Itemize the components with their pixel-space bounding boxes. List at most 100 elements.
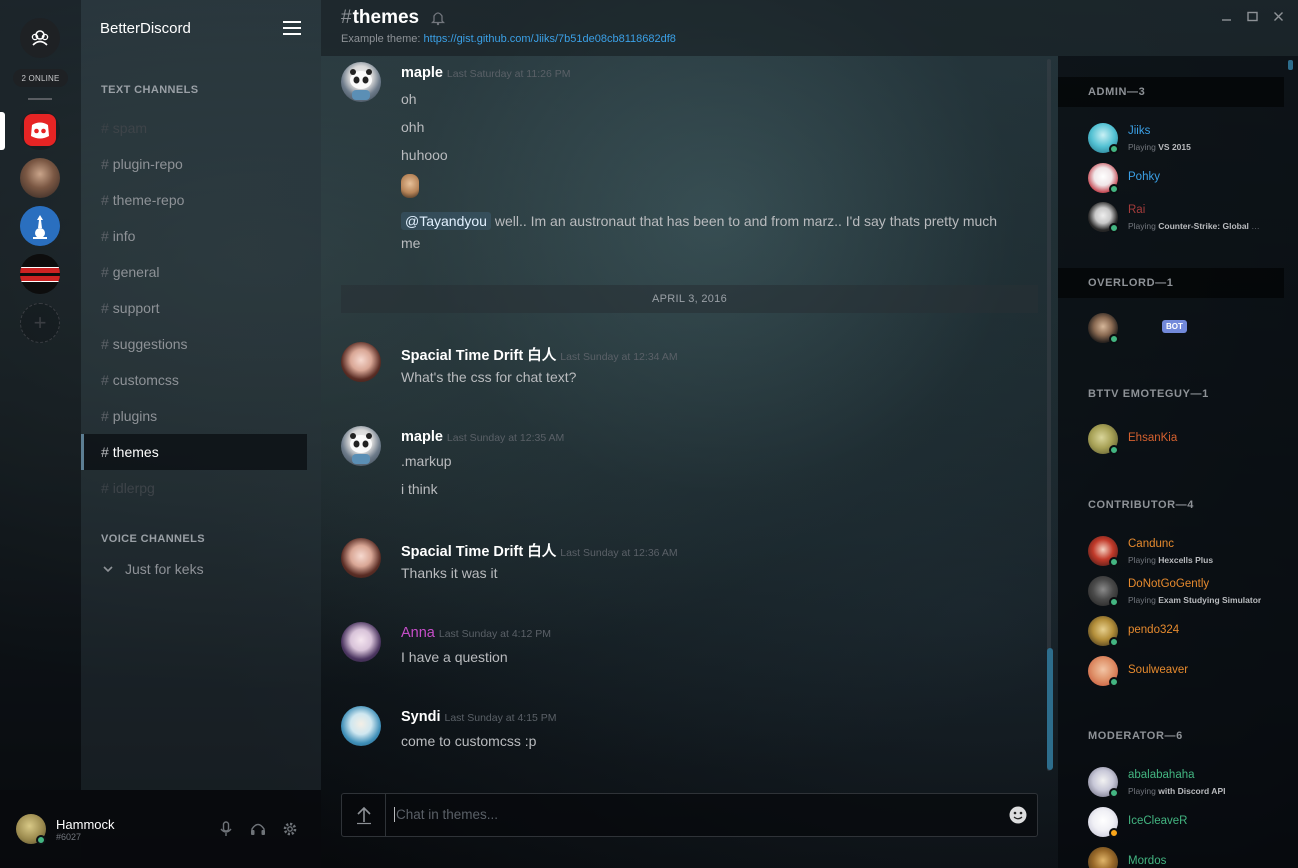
hash-icon: # [101,156,109,172]
guild-icon-betterdiscord[interactable] [20,110,60,150]
user-mention[interactable]: @Tayandyou [401,212,491,230]
member-soulweaver[interactable]: Soulweaver [1088,655,1288,689]
member-candunc[interactable]: Candunc Playing Hexcells Plus [1088,535,1288,569]
channel-customcss[interactable]: # customcss [81,362,307,398]
hash-icon: # [341,7,352,28]
online-status-icon [1109,637,1119,647]
hash-icon: # [101,336,109,352]
timestamp: Last Sunday at 12:36 AM [560,547,678,559]
channel-plugins[interactable]: # plugins [81,398,307,434]
add-guild-button[interactable]: + [20,303,60,343]
channel-support[interactable]: # support [81,290,307,326]
member-icecleaver[interactable]: IceCleaveR [1088,806,1288,840]
playing-label: Playing [1128,555,1159,565]
author-name[interactable]: Spacial Time Drift 白人 [401,544,556,560]
message-text: i think [401,481,438,497]
author-name[interactable]: maple [401,429,443,445]
author-name[interactable]: maple [401,65,443,81]
active-guild-indicator [0,112,5,150]
upload-button[interactable] [342,794,386,836]
channel-title-text: themes [352,7,420,28]
member-jiiks[interactable]: Jiiks Playing VS 2015 [1088,122,1288,156]
user-panel: Hammock #6027 [0,790,321,868]
avatar[interactable] [341,538,381,578]
topic-link[interactable]: https://gist.github.com/Jiiks/7b51de08cb… [424,33,676,45]
guild-header[interactable]: BetterDiscord [81,0,321,56]
avatar[interactable] [341,342,381,382]
voice-channel-just-for-keks[interactable]: Just for keks [81,553,321,585]
betterdiscord-logo-icon [24,114,56,146]
game-name: Hexcells Plus [1158,555,1214,565]
username: Hammock [56,817,115,832]
member-abalabahaha[interactable]: abalabahaha Playing with Discord API [1088,766,1288,800]
chevron-down-icon [103,566,113,573]
member-overlord-bot[interactable]: BOT [1088,312,1288,346]
minimize-icon[interactable] [1221,10,1232,25]
close-icon[interactable] [1273,10,1284,25]
menu-icon[interactable] [283,21,301,35]
message-text-part: well.. Im an austronaut that has been to… [490,213,998,229]
bell-icon[interactable] [431,10,445,26]
member-category-moderator: MODERATOR—6 [1088,730,1183,742]
avatar[interactable] [341,622,381,662]
channel-idlerpg[interactable]: # idlerpg [81,470,307,506]
member-pendo324[interactable]: pendo324 [1088,615,1288,649]
friends-icon [31,30,49,46]
guild-icon-text-logo[interactable] [20,254,60,294]
text-channels-header[interactable]: TEXT CHANNELS [81,84,321,96]
voice-channels-header[interactable]: VOICE CHANNELS [81,533,321,545]
settings-gear-icon[interactable] [281,820,299,838]
game-name: VS 2015 [1158,142,1191,152]
chat-input-box: Chat in themes... [341,793,1038,837]
channel-plugin-repo[interactable]: # plugin-repo [81,146,307,182]
message-input[interactable]: Chat in themes... [394,807,498,822]
emoji-picker-icon[interactable] [1008,805,1028,825]
avatar[interactable] [341,62,381,102]
hash-icon: # [101,372,109,388]
member-activity: Playing with Discord API [1128,786,1225,796]
friends-button[interactable] [20,18,60,58]
member-category-admin: ADMIN—3 [1058,77,1284,107]
channel-topic: Example theme: https://gist.github.com/J… [341,33,676,45]
author-name[interactable]: Syndi [401,709,440,725]
channel-themes[interactable]: # themes [81,434,307,470]
member-scrollbar-thumb[interactable] [1288,60,1293,70]
avatar[interactable] [341,426,381,466]
avatar[interactable] [341,706,381,746]
message-text: me [401,235,421,251]
member-rai[interactable]: Rai Playing Counter-Strike: Global Offen… [1088,201,1288,235]
member-pohky[interactable]: Pohky [1088,162,1288,196]
headphones-icon[interactable] [249,820,267,838]
microphone-icon[interactable] [217,820,235,838]
member-name: DoNotGoGently [1128,578,1210,590]
member-name: abalabahaha [1128,769,1195,781]
member-activity: Playing Exam Studying Simulator [1128,595,1261,605]
member-category-bttv: BTTV EMOTEGUY—1 [1088,388,1209,400]
channel-general[interactable]: # general [81,254,307,290]
online-status-icon [1109,223,1119,233]
maximize-icon[interactable] [1247,10,1258,25]
channel-info[interactable]: # info [81,218,307,254]
hash-icon: # [101,264,109,280]
channel-name: theme-repo [112,192,185,208]
panda-avatar-icon [350,69,372,100]
member-ehsankia[interactable]: EhsanKia [1088,423,1288,457]
member-name: Mordos [1128,855,1167,867]
guild-icon-person[interactable] [20,158,60,198]
channel-name: plugin-repo [112,156,183,172]
online-status-icon [1109,677,1119,687]
online-status-icon [1109,557,1119,567]
channel-theme-repo[interactable]: # theme-repo [81,182,307,218]
guild-icon-spurs[interactable] [20,206,60,246]
message-group: Syndi Last Sunday at 4:15 PM come to cust… [341,706,1041,756]
member-donotgogently[interactable]: DoNotGoGently Playing Exam Studying Simu… [1088,575,1288,609]
channel-suggestions[interactable]: # suggestions [81,326,307,362]
author-name[interactable]: Spacial Time Drift 白人 [401,348,556,364]
channel-spam[interactable]: # spam [81,110,307,146]
messages-scrollbar-thumb[interactable] [1047,648,1053,770]
author-name[interactable]: Anna [401,625,435,641]
hash-icon: # [101,192,109,208]
member-activity: Playing Counter-Strike: Global Offensive [1128,221,1266,231]
member-name: Jiiks [1128,125,1151,137]
member-mordos[interactable]: Mordos [1088,846,1288,868]
